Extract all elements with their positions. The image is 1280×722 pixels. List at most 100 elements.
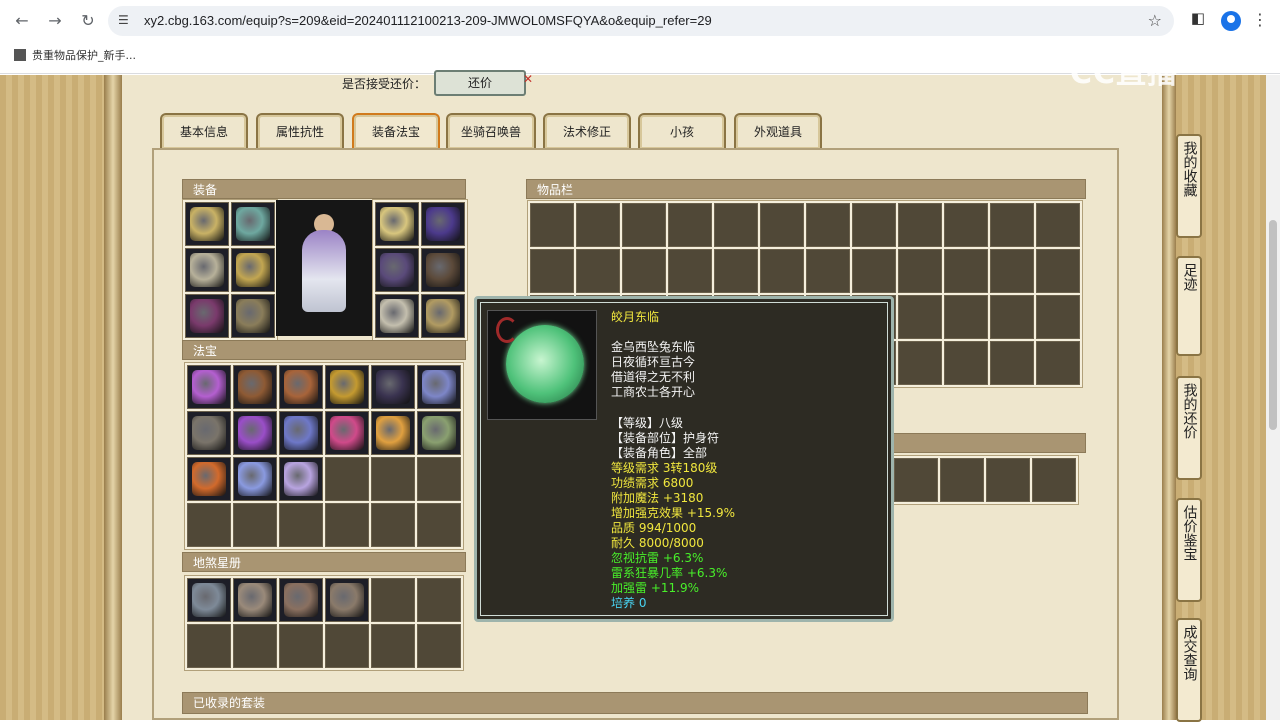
forward-icon[interactable]: → (42, 8, 68, 34)
star-book-empty-slot[interactable] (371, 578, 415, 622)
treasure-item[interactable] (187, 365, 231, 409)
inventory-empty-slot[interactable] (622, 249, 666, 293)
sidenav-my-offers[interactable]: 我的还价 (1176, 376, 1202, 480)
inventory-empty-slot[interactable] (944, 295, 988, 339)
page-scrollbar[interactable] (1266, 75, 1280, 720)
inventory-empty-slot[interactable] (668, 249, 712, 293)
inventory-empty-slot[interactable] (944, 341, 988, 385)
star-book-empty-slot[interactable] (233, 624, 277, 668)
treasure-item[interactable] (417, 411, 461, 455)
inventory-empty-slot[interactable] (714, 249, 758, 293)
treasure-empty-slot[interactable] (325, 457, 369, 501)
treasure-item[interactable] (233, 457, 277, 501)
equipment-item[interactable] (375, 294, 419, 338)
treasure-item[interactable] (371, 365, 415, 409)
treasure-item[interactable] (325, 365, 369, 409)
equipment-item[interactable] (231, 202, 275, 246)
treasure-item[interactable] (279, 365, 323, 409)
inventory-empty-slot[interactable] (1036, 295, 1080, 339)
equipment-item[interactable] (375, 248, 419, 292)
inventory-empty-slot[interactable] (714, 203, 758, 247)
side-panel-icon[interactable]: ◧ (1188, 9, 1208, 27)
inventory-empty-slot[interactable] (898, 203, 942, 247)
treasure-empty-slot[interactable] (371, 503, 415, 547)
inventory-empty-slot[interactable] (898, 341, 942, 385)
bookmark-item[interactable]: 贵重物品保护_新手... (14, 47, 136, 63)
equipment-item[interactable] (375, 202, 419, 246)
inventory-empty-slot[interactable] (898, 249, 942, 293)
equipment-item[interactable] (421, 294, 465, 338)
close-icon[interactable]: ✕ (523, 72, 533, 86)
bookmark-star-icon[interactable]: ☆ (1148, 11, 1162, 30)
equipment-item[interactable] (421, 202, 465, 246)
inventory-empty-slot[interactable] (990, 203, 1034, 247)
treasure-item[interactable] (233, 365, 277, 409)
equipment-item[interactable] (231, 248, 275, 292)
inventory-empty-slot[interactable] (530, 203, 574, 247)
tab-child[interactable]: 小孩 (638, 113, 726, 149)
inventory-empty-slot[interactable] (760, 203, 804, 247)
inventory-empty-slot[interactable] (990, 341, 1034, 385)
equipment-item[interactable] (185, 294, 229, 338)
star-book-empty-slot[interactable] (417, 578, 461, 622)
treasure-empty-slot[interactable] (187, 503, 231, 547)
equipment-item[interactable] (231, 294, 275, 338)
inventory-empty-slot[interactable] (806, 249, 850, 293)
sidenav-transactions[interactable]: 成交查询 (1176, 618, 1202, 722)
treasure-item[interactable] (279, 411, 323, 455)
tab-equipment-treasure[interactable]: 装备法宝 (352, 113, 440, 149)
inventory-empty-slot[interactable] (1036, 203, 1080, 247)
sidenav-appraise[interactable]: 估价鉴宝 (1176, 498, 1202, 602)
inventory-empty-slot[interactable] (1036, 341, 1080, 385)
tab-attributes[interactable]: 属性抗性 (256, 113, 344, 149)
equipment-item[interactable] (185, 248, 229, 292)
treasure-empty-slot[interactable] (233, 503, 277, 547)
treasure-empty-slot[interactable] (371, 457, 415, 501)
treasure-item[interactable] (417, 365, 461, 409)
inventory-empty-slot[interactable] (852, 203, 896, 247)
tab-basic-info[interactable]: 基本信息 (160, 113, 248, 149)
inventory-empty-slot[interactable] (852, 249, 896, 293)
profile-avatar-icon[interactable] (1221, 11, 1241, 31)
tab-mounts-pets[interactable]: 坐骑召唤兽 (446, 113, 536, 149)
inventory-empty-slot[interactable] (944, 203, 988, 247)
treasure-item[interactable] (187, 411, 231, 455)
star-book-empty-slot[interactable] (279, 624, 323, 668)
storage-empty-slot[interactable] (940, 458, 984, 502)
storage-empty-slot[interactable] (986, 458, 1030, 502)
inventory-empty-slot[interactable] (1036, 249, 1080, 293)
treasure-item[interactable] (325, 411, 369, 455)
inventory-empty-slot[interactable] (576, 249, 620, 293)
inventory-empty-slot[interactable] (668, 203, 712, 247)
star-book-item[interactable] (187, 578, 231, 622)
counter-offer-button[interactable]: 还价 (434, 70, 526, 96)
treasure-item[interactable] (279, 457, 323, 501)
star-book-empty-slot[interactable] (371, 624, 415, 668)
treasure-empty-slot[interactable] (417, 503, 461, 547)
tab-spell-correction[interactable]: 法术修正 (543, 113, 631, 149)
treasure-item[interactable] (187, 457, 231, 501)
star-book-empty-slot[interactable] (417, 624, 461, 668)
star-book-empty-slot[interactable] (325, 624, 369, 668)
treasure-empty-slot[interactable] (279, 503, 323, 547)
equipment-item[interactable] (421, 248, 465, 292)
treasure-empty-slot[interactable] (417, 457, 461, 501)
sidenav-favorites[interactable]: 我的收藏 (1176, 134, 1202, 238)
equipment-item[interactable] (185, 202, 229, 246)
menu-kebab-icon[interactable]: ⋮ (1252, 10, 1268, 29)
scrollbar-thumb[interactable] (1269, 220, 1277, 430)
inventory-empty-slot[interactable] (898, 295, 942, 339)
inventory-empty-slot[interactable] (806, 203, 850, 247)
back-icon[interactable]: ← (9, 8, 35, 34)
inventory-empty-slot[interactable] (760, 249, 804, 293)
url-text[interactable]: xy2.cbg.163.com/equip?s=209&eid=20240111… (144, 13, 712, 28)
star-book-item[interactable] (233, 578, 277, 622)
tab-appearance[interactable]: 外观道具 (734, 113, 822, 149)
inventory-empty-slot[interactable] (990, 249, 1034, 293)
reload-icon[interactable]: ↻ (75, 8, 101, 34)
storage-empty-slot[interactable] (894, 458, 938, 502)
treasure-empty-slot[interactable] (325, 503, 369, 547)
sidenav-history[interactable]: 足迹 (1176, 256, 1202, 356)
treasure-item[interactable] (233, 411, 277, 455)
star-book-item[interactable] (279, 578, 323, 622)
